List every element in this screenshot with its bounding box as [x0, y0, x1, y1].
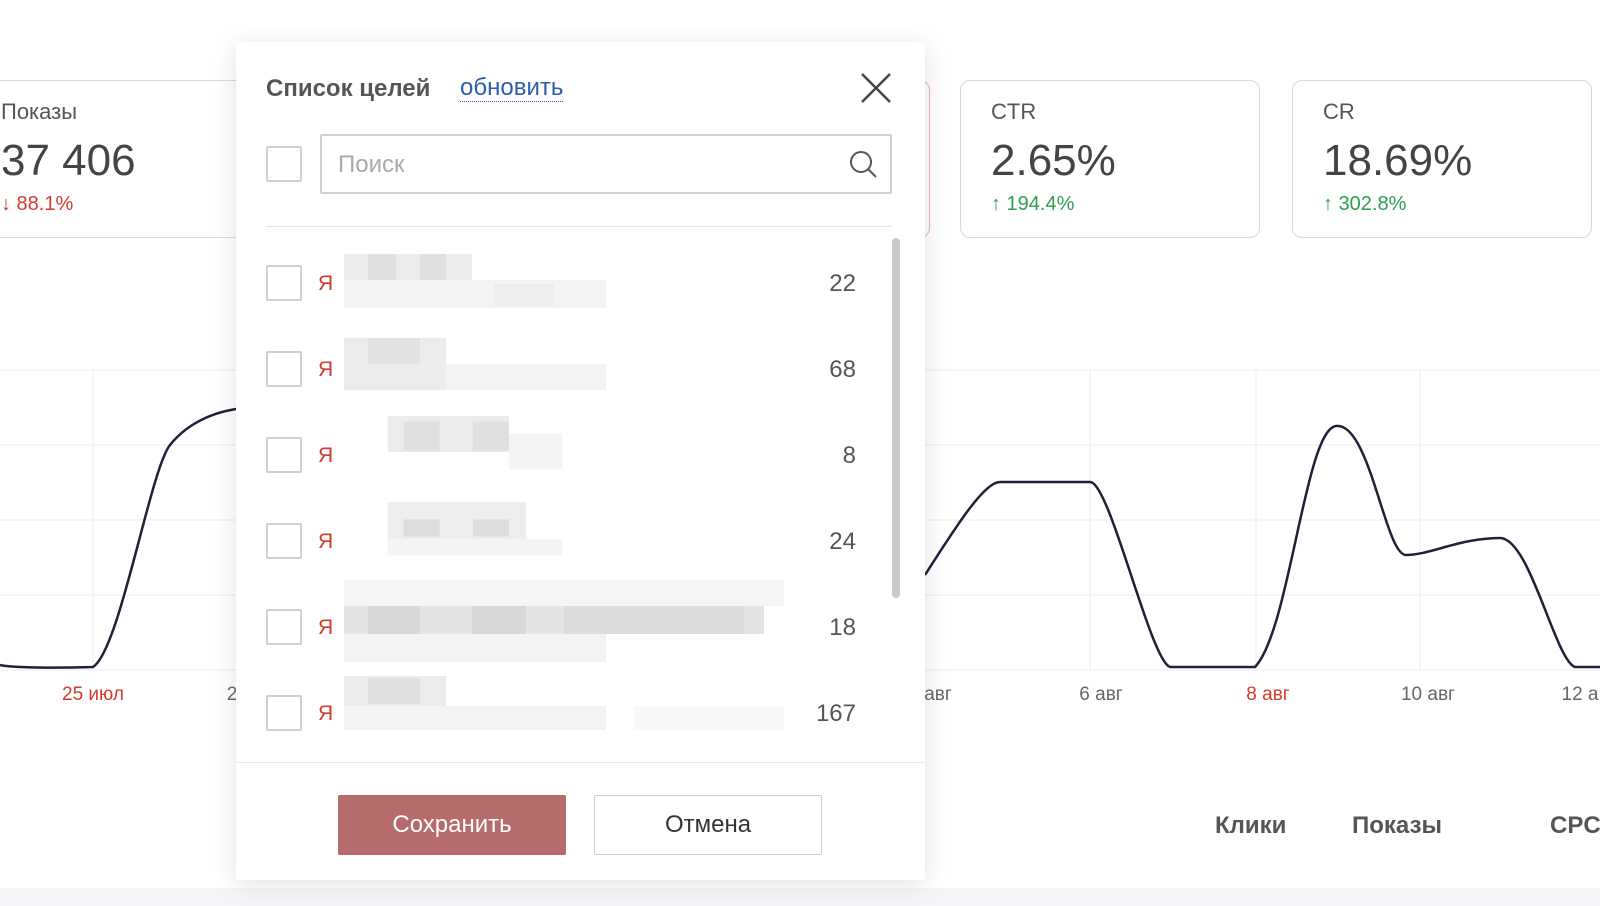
goals-modal: Список целей обновить Я 22 Я — [236, 42, 925, 880]
footer-divider — [236, 762, 925, 763]
goal-count: 24 — [829, 528, 856, 555]
yandex-metrica-icon: Я — [318, 358, 334, 381]
chart-line-left — [0, 406, 246, 669]
yandex-metrica-icon: Я — [318, 530, 334, 553]
kpi-value: 37 406 — [1, 136, 136, 185]
modal-title: Список целей — [266, 75, 431, 102]
goal-checkbox[interactable] — [266, 523, 302, 559]
kpi-card-ctr[interactable]: CTR 2.65% ↑ 194.4% — [960, 80, 1260, 238]
goal-row[interactable]: Я 22 — [236, 228, 896, 316]
cancel-button[interactable]: Отмена — [594, 795, 822, 855]
goals-list: Я 22 Я 68 Я 8 Я 24 Я 18 Я 167 — [236, 228, 925, 761]
goal-checkbox[interactable] — [266, 437, 302, 473]
goal-name-redacted — [344, 676, 784, 730]
column-header-cpc[interactable]: CPC — [1550, 812, 1600, 840]
x-axis-label: 25 июл — [62, 684, 124, 705]
goal-count: 22 — [829, 270, 856, 297]
x-axis-label: авг — [924, 684, 952, 705]
goal-count: 68 — [829, 356, 856, 383]
goal-row[interactable]: Я 8 — [236, 404, 896, 492]
goal-checkbox[interactable] — [266, 265, 302, 301]
goal-row[interactable]: Я 24 — [236, 492, 896, 580]
kpi-value: 18.69% — [1323, 136, 1473, 185]
yandex-metrica-icon: Я — [318, 702, 334, 725]
goal-row[interactable]: Я 68 — [236, 316, 896, 404]
refresh-link[interactable]: обновить — [460, 75, 564, 102]
goal-name-redacted — [344, 338, 606, 390]
goal-row[interactable]: Я 167 — [236, 668, 896, 756]
select-all-checkbox[interactable] — [266, 146, 302, 182]
yandex-metrica-icon: Я — [318, 616, 334, 639]
close-icon[interactable] — [858, 70, 894, 106]
search-field[interactable] — [320, 134, 892, 194]
page-bottom-strip — [0, 888, 1600, 906]
yandex-metrica-icon: Я — [318, 444, 334, 467]
kpi-delta: ↑ 302.8% — [1323, 193, 1407, 215]
goal-row[interactable]: Я 18 — [236, 580, 896, 668]
goal-checkbox[interactable] — [266, 609, 302, 645]
goal-checkbox[interactable] — [266, 351, 302, 387]
goal-count: 167 — [815, 700, 856, 727]
kpi-label: Показы — [1, 99, 78, 124]
chart-line-right — [923, 424, 1600, 669]
column-header-clicks[interactable]: Клики — [1215, 812, 1286, 840]
kpi-value: 2.65% — [991, 136, 1116, 185]
x-axis-label: 12 а — [1562, 684, 1599, 705]
goal-name-redacted — [344, 254, 606, 308]
goal-name-redacted — [344, 580, 784, 662]
x-axis-label: 8 авг — [1246, 684, 1290, 705]
goal-count: 8 — [842, 442, 856, 469]
goal-name-redacted — [387, 416, 563, 470]
search-icon[interactable] — [848, 149, 878, 179]
yandex-metrica-icon: Я — [318, 272, 334, 295]
list-scrollbar-thumb[interactable] — [892, 238, 900, 598]
x-axis-label: 10 авг — [1401, 684, 1455, 705]
search-input[interactable] — [336, 136, 840, 194]
column-header-impressions[interactable]: Показы — [1352, 812, 1442, 840]
header-divider — [266, 226, 892, 227]
kpi-card-impressions[interactable]: Показы 37 406 ↓ 88.1% — [0, 80, 250, 238]
kpi-card-cr[interactable]: CR 18.69% ↑ 302.8% — [1292, 80, 1592, 238]
goal-name-redacted — [387, 502, 563, 556]
kpi-label: CR — [1323, 99, 1355, 124]
kpi-label: CTR — [991, 99, 1037, 124]
kpi-delta: ↓ 88.1% — [1, 193, 74, 215]
kpi-delta: ↑ 194.4% — [991, 193, 1075, 215]
goal-checkbox[interactable] — [266, 695, 302, 731]
goal-count: 18 — [829, 614, 856, 641]
save-button[interactable]: Сохранить — [338, 795, 566, 855]
x-axis-label: 6 авг — [1079, 684, 1123, 705]
